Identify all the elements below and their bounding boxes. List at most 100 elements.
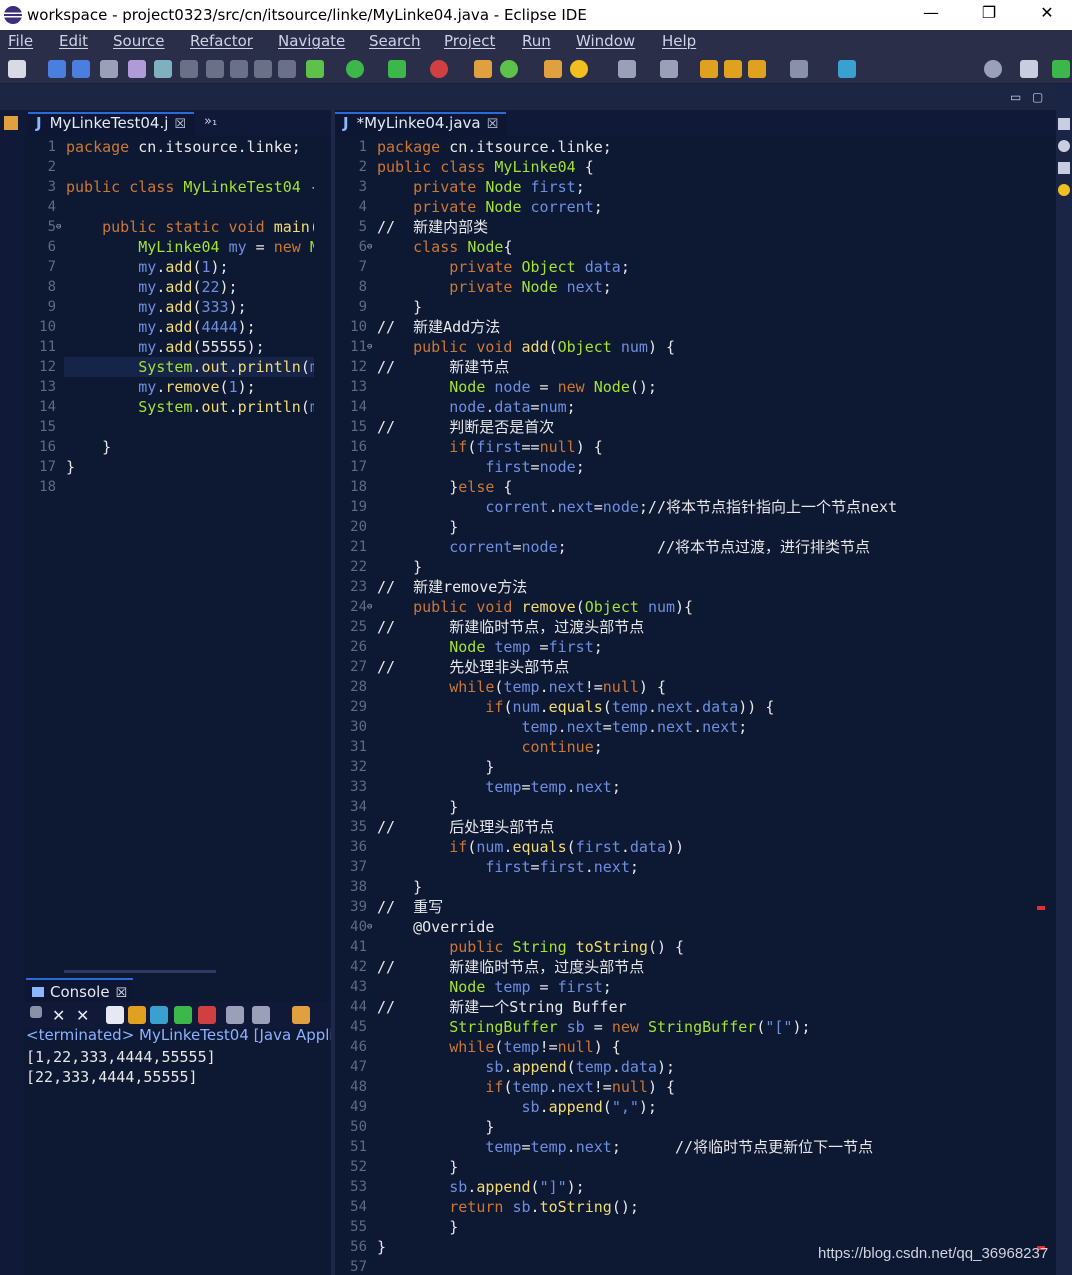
code-line[interactable]: 55 } <box>335 1217 1051 1237</box>
next-annotation-icon[interactable] <box>618 60 636 78</box>
scroll-lock-icon[interactable] <box>128 1006 146 1024</box>
package-explorer-icon[interactable] <box>4 116 18 130</box>
new-class-icon[interactable] <box>500 60 518 78</box>
code-line[interactable]: 53 sb.append("]"); <box>335 1177 1051 1197</box>
code-line[interactable]: 3 private Node first; <box>335 177 1051 197</box>
fold-toggle-icon[interactable]: ⊖ <box>367 917 372 937</box>
code-line[interactable]: 35 // 后处理头部节点 <box>335 817 1051 837</box>
menu-edit[interactable]: Edit <box>59 32 88 50</box>
menu-refactor[interactable]: Refactor <box>190 32 253 50</box>
code-line[interactable]: 43 Node temp = first; <box>335 977 1051 997</box>
code-line[interactable]: 9 my.add(333); <box>24 297 314 317</box>
code-line[interactable]: 22 } <box>335 557 1051 577</box>
show-on-stdout-icon[interactable] <box>174 1006 192 1024</box>
save-icon[interactable] <box>48 60 66 78</box>
java-perspective-icon[interactable] <box>1052 60 1070 78</box>
pin-editor-icon[interactable] <box>838 60 856 78</box>
code-line[interactable]: 41 public String toString() { <box>335 937 1051 957</box>
prev-annotation-icon[interactable] <box>660 60 678 78</box>
fold-toggle-icon[interactable]: ⊖ <box>367 597 372 617</box>
code-line[interactable]: 6 MyLinke04 my = new M <box>24 237 314 257</box>
tab-mylinketest04[interactable]: J MyLinkeTest04.j ☒ <box>28 112 195 136</box>
code-line[interactable]: 27 // 先处理非头部节点 <box>335 657 1051 677</box>
word-wrap-console-icon[interactable] <box>150 1006 168 1024</box>
display-console-icon[interactable] <box>252 1006 270 1024</box>
save-all-icon[interactable] <box>72 60 90 78</box>
code-line[interactable]: 36 if(num.equals(first.data)) <box>335 837 1051 857</box>
code-line[interactable]: 45 StringBuffer sb = new StringBuffer("[… <box>335 1017 1051 1037</box>
run-coverage-icon[interactable] <box>388 60 406 78</box>
code-line[interactable]: 26 Node temp =first; <box>335 637 1051 657</box>
left-code-editor[interactable]: 1 package cn.itsource.linke; 2 3 public clas… <box>24 137 314 971</box>
code-line[interactable]: 51 temp=temp.next; //将临时节点更新位下一节点 <box>335 1137 1051 1157</box>
remove-all-icon[interactable]: ✕ <box>76 1006 94 1025</box>
code-line[interactable]: 7 private Object data; <box>335 257 1051 277</box>
clear-console-icon[interactable] <box>106 1006 124 1024</box>
maximize-editor-icon[interactable]: ▢ <box>1032 90 1043 104</box>
code-line[interactable]: 6 ⊖ class Node{ <box>335 237 1051 257</box>
close-console-icon[interactable]: ☒ <box>116 986 128 1001</box>
menu-search[interactable]: Search <box>369 32 421 50</box>
code-line[interactable]: 4 private Node corrent; <box>335 197 1051 217</box>
menu-window[interactable]: Window <box>576 32 635 50</box>
code-line[interactable]: 29 if(num.equals(temp.next.data)) { <box>335 697 1051 717</box>
declaration-icon[interactable] <box>1058 162 1070 174</box>
code-line[interactable]: 15 <box>24 417 314 437</box>
code-line[interactable]: 3 public class MyLinkeTest04 - <box>24 177 314 197</box>
tab-overflow-button[interactable]: »₁ <box>204 114 217 129</box>
code-line[interactable]: 10 // 新建Add方法 <box>335 317 1051 337</box>
code-line[interactable]: 8 my.add(22); <box>24 277 314 297</box>
fold-toggle-icon[interactable]: ⊖ <box>56 217 61 237</box>
code-line[interactable]: 24 ⊖ public void remove(Object num){ <box>335 597 1051 617</box>
terminal-icon[interactable] <box>100 60 118 78</box>
fold-toggle-icon[interactable]: ⊖ <box>367 237 372 257</box>
code-line[interactable]: 7 my.add(1); <box>24 257 314 277</box>
close-tab-icon[interactable]: ☒ <box>174 117 186 132</box>
code-line[interactable]: 32 } <box>335 757 1051 777</box>
external-tools-icon[interactable] <box>430 60 448 78</box>
menu-project[interactable]: Project <box>444 32 495 50</box>
tab-console[interactable]: Console ☒ <box>26 978 134 1002</box>
code-line[interactable]: 13 my.remove(1); <box>24 377 314 397</box>
code-line[interactable]: 39 // 重写 <box>335 897 1051 917</box>
code-line[interactable]: 5 // 新建内部类 <box>335 217 1051 237</box>
code-line[interactable]: 25 // 新建临时节点，过渡头部节点 <box>335 617 1051 637</box>
code-line[interactable]: 30 temp.next=temp.next.next; <box>335 717 1051 737</box>
menu-navigate[interactable]: Navigate <box>278 32 345 50</box>
code-line[interactable]: 50 } <box>335 1117 1051 1137</box>
code-line[interactable]: 44 // 新建一个String Buffer <box>335 997 1051 1017</box>
skip-breakpoints-icon[interactable] <box>128 60 146 78</box>
code-line[interactable]: 16 if(first==null) { <box>335 437 1051 457</box>
right-code-editor[interactable]: 1 package cn.itsource.linke; 2 public class… <box>335 137 1051 1275</box>
code-line[interactable]: 48 if(temp.next!=null) { <box>335 1077 1051 1097</box>
last-edit-icon[interactable] <box>700 60 718 78</box>
code-line[interactable]: 54 return sb.toString(); <box>335 1197 1051 1217</box>
open-perspective-icon[interactable] <box>1020 60 1038 78</box>
code-line[interactable]: 10 my.add(4444); <box>24 317 314 337</box>
menu-file[interactable]: File <box>8 32 33 50</box>
code-line[interactable]: 37 first=first.next; <box>335 857 1051 877</box>
code-line[interactable]: 18 <box>24 477 314 497</box>
code-line[interactable]: 38 } <box>335 877 1051 897</box>
code-line[interactable]: 31 continue; <box>335 737 1051 757</box>
coverage-icon[interactable] <box>154 60 172 78</box>
code-line[interactable]: 5⊖ public static void main( <box>24 217 314 237</box>
maximize-button[interactable]: ❐ <box>966 3 1012 22</box>
left-editor-scrollbar[interactable] <box>64 970 216 973</box>
code-line[interactable]: 1 package cn.itsource.linke; <box>335 137 1051 157</box>
word-wrap-icon[interactable] <box>230 60 248 78</box>
debug-icon[interactable] <box>306 60 324 78</box>
menu-run[interactable]: Run <box>522 32 551 50</box>
code-line[interactable]: 9 } <box>335 297 1051 317</box>
forward-arrow-icon[interactable] <box>790 60 808 78</box>
minimize-button[interactable]: — <box>908 3 954 22</box>
pin-console-icon[interactable] <box>226 1006 244 1024</box>
close-tab-icon[interactable]: ☒ <box>487 117 499 132</box>
code-line[interactable]: 20 } <box>335 517 1051 537</box>
code-line[interactable]: 4 <box>24 197 314 217</box>
block-select-icon[interactable] <box>254 60 272 78</box>
code-line[interactable]: 16 } <box>24 437 314 457</box>
code-line[interactable]: 52 } <box>335 1157 1051 1177</box>
fold-toggle-icon[interactable]: ⊖ <box>367 337 372 357</box>
code-line[interactable]: 40 ⊖ @Override <box>335 917 1051 937</box>
